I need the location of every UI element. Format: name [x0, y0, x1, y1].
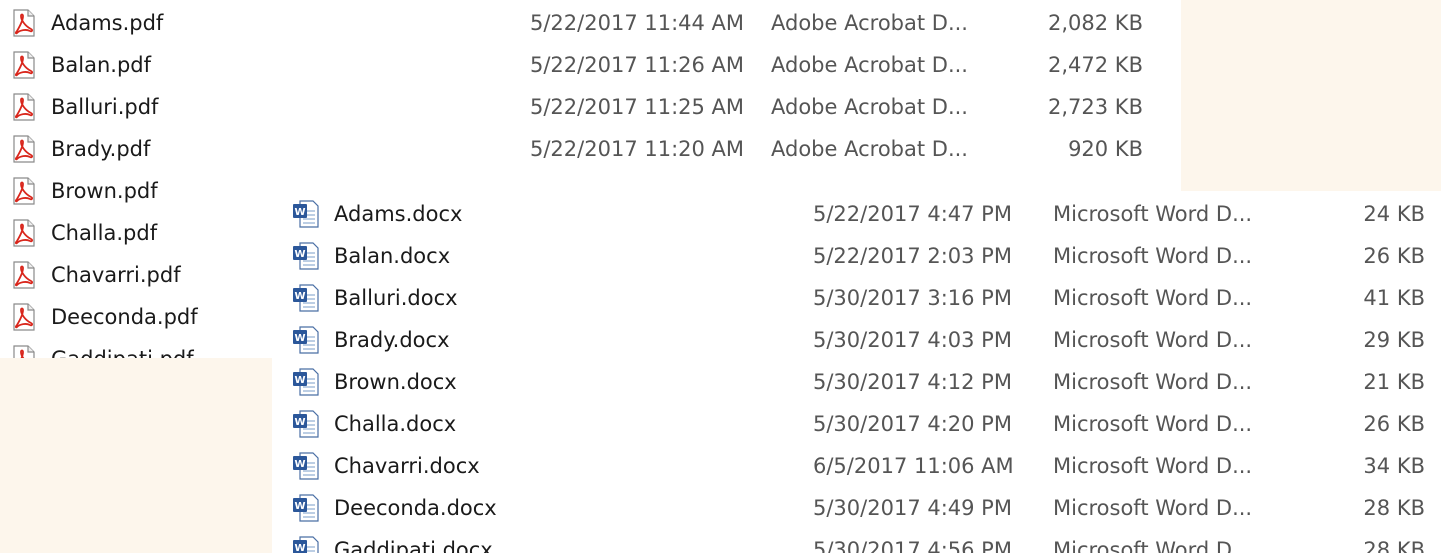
file-type: Microsoft Word D... — [1053, 496, 1253, 520]
file-row[interactable]: W Balan.docx 5/22/2017 2:03 PM Microsoft W… — [272, 235, 1441, 277]
file-date: 5/30/2017 4:12 PM — [813, 370, 1012, 394]
word-document-icon: W — [293, 410, 319, 438]
file-type: Microsoft Word D... — [1053, 370, 1253, 394]
word-document-icon: W — [293, 200, 319, 228]
file-size: 29 KB — [1363, 328, 1425, 352]
file-name: Deeconda.pdf — [51, 305, 198, 329]
file-row[interactable]: W Deeconda.docx 5/30/2017 4:49 PM Microsof… — [272, 487, 1441, 529]
file-name: Chavarri.pdf — [51, 263, 181, 287]
file-date: 5/22/2017 2:03 PM — [813, 244, 1012, 268]
file-type: Microsoft Word D... — [1053, 454, 1253, 478]
file-size: 21 KB — [1363, 370, 1425, 394]
file-row[interactable]: Balluri.pdf 5/22/2017 11:25 AM Adobe Acrob… — [0, 86, 1181, 128]
file-date: 5/22/2017 11:26 AM — [530, 53, 745, 77]
word-document-icon: W — [293, 242, 319, 270]
file-date: 5/30/2017 4:20 PM — [813, 412, 1012, 436]
svg-text:W: W — [294, 249, 305, 260]
file-row[interactable]: Balan.pdf 5/22/2017 11:26 AM Adobe Acrobat… — [0, 44, 1181, 86]
file-name: Gaddipati.pdf — [51, 345, 194, 358]
file-row[interactable]: W Gaddipati.docx 5/30/2017 4:56 PM Microso… — [272, 529, 1441, 553]
file-size: 24 KB — [1363, 202, 1425, 226]
file-type: Adobe Acrobat D... — [771, 53, 968, 77]
file-row[interactable]: W Brown.docx 5/30/2017 4:12 PM Microsoft W… — [272, 361, 1441, 403]
file-size: 26 KB — [1363, 412, 1425, 436]
docx-file-list: W Adams.docx 5/22/2017 4:47 PM Microsoft W… — [272, 191, 1441, 553]
file-type: Microsoft Word D... — [1053, 412, 1253, 436]
word-document-icon: W — [293, 368, 319, 396]
svg-text:W: W — [294, 291, 305, 302]
pdf-file-icon — [13, 135, 35, 163]
file-name: Adams.pdf — [51, 11, 164, 35]
file-type: Microsoft Word D... — [1053, 538, 1253, 553]
pdf-file-icon — [13, 261, 35, 289]
file-size: 41 KB — [1363, 286, 1425, 310]
file-row[interactable]: W Chavarri.docx 6/5/2017 11:06 AM Microsof… — [272, 445, 1441, 487]
file-name: Chavarri.docx — [334, 454, 480, 478]
file-size: 920 KB — [1068, 137, 1143, 161]
svg-text:W: W — [294, 375, 305, 386]
file-size: 2,723 KB — [1048, 95, 1143, 119]
file-name: Balluri.pdf — [51, 95, 159, 119]
file-name: Deeconda.docx — [334, 496, 497, 520]
file-date: 5/30/2017 3:16 PM — [813, 286, 1012, 310]
file-name: Brady.pdf — [51, 137, 151, 161]
pdf-file-icon — [13, 345, 35, 358]
file-row[interactable]: W Challa.docx 5/30/2017 4:20 PM Microsoft … — [272, 403, 1441, 445]
word-document-icon: W — [293, 284, 319, 312]
file-size: 34 KB — [1363, 454, 1425, 478]
file-name: Brown.docx — [334, 370, 457, 394]
file-type: Adobe Acrobat D... — [771, 95, 968, 119]
svg-text:W: W — [294, 333, 305, 344]
file-name: Balan.docx — [334, 244, 451, 268]
file-date: 5/30/2017 4:56 PM — [813, 538, 1012, 553]
file-date: 5/22/2017 11:44 AM — [530, 11, 745, 35]
pdf-file-icon — [13, 219, 35, 247]
file-size: 2,082 KB — [1048, 11, 1143, 35]
file-name: Brown.pdf — [51, 179, 158, 203]
file-date: 5/22/2017 11:25 AM — [530, 95, 745, 119]
file-name: Brady.docx — [334, 328, 450, 352]
word-document-icon: W — [293, 326, 319, 354]
file-row[interactable]: W Brady.docx 5/30/2017 4:03 PM Microsoft W… — [272, 319, 1441, 361]
file-name: Balluri.docx — [334, 286, 458, 310]
file-name: Challa.pdf — [51, 221, 158, 245]
file-date: 5/22/2017 4:47 PM — [813, 202, 1012, 226]
file-date: 5/22/2017 11:20 AM — [530, 137, 745, 161]
file-type: Microsoft Word D... — [1053, 202, 1253, 226]
file-size: 26 KB — [1363, 244, 1425, 268]
svg-text:W: W — [294, 207, 305, 218]
pdf-file-icon — [13, 93, 35, 121]
file-date: 6/5/2017 11:06 AM — [813, 454, 1014, 478]
word-document-icon: W — [293, 494, 319, 522]
file-size: 28 KB — [1363, 538, 1425, 553]
file-row[interactable]: Brady.pdf 5/22/2017 11:20 AM Adobe Acrobat… — [0, 128, 1181, 170]
pdf-file-icon — [13, 303, 35, 331]
pdf-file-icon — [13, 177, 35, 205]
pdf-file-icon — [13, 9, 35, 37]
file-name: Adams.docx — [334, 202, 463, 226]
file-name: Challa.docx — [334, 412, 457, 436]
file-size: 28 KB — [1363, 496, 1425, 520]
file-type: Adobe Acrobat D... — [771, 137, 968, 161]
svg-text:W: W — [294, 543, 305, 553]
svg-text:W: W — [294, 417, 305, 428]
file-row[interactable]: W Balluri.docx 5/30/2017 3:16 PM Microsoft… — [272, 277, 1441, 319]
file-type: Microsoft Word D... — [1053, 328, 1253, 352]
file-type: Microsoft Word D... — [1053, 244, 1253, 268]
pdf-file-icon — [13, 51, 35, 79]
word-document-icon: W — [293, 536, 319, 553]
file-size: 2,472 KB — [1048, 53, 1143, 77]
file-name: Gaddipati.docx — [334, 538, 493, 553]
file-date: 5/30/2017 4:49 PM — [813, 496, 1012, 520]
word-document-icon: W — [293, 452, 319, 480]
file-date: 5/30/2017 4:03 PM — [813, 328, 1012, 352]
file-name: Balan.pdf — [51, 53, 152, 77]
file-type: Adobe Acrobat D... — [771, 11, 968, 35]
file-row[interactable]: Adams.pdf 5/22/2017 11:44 AM Adobe Acrobat… — [0, 2, 1181, 44]
svg-text:W: W — [294, 459, 305, 470]
svg-text:W: W — [294, 501, 305, 512]
file-type: Microsoft Word D... — [1053, 286, 1253, 310]
file-row[interactable]: W Adams.docx 5/22/2017 4:47 PM Microsoft W… — [272, 193, 1441, 235]
